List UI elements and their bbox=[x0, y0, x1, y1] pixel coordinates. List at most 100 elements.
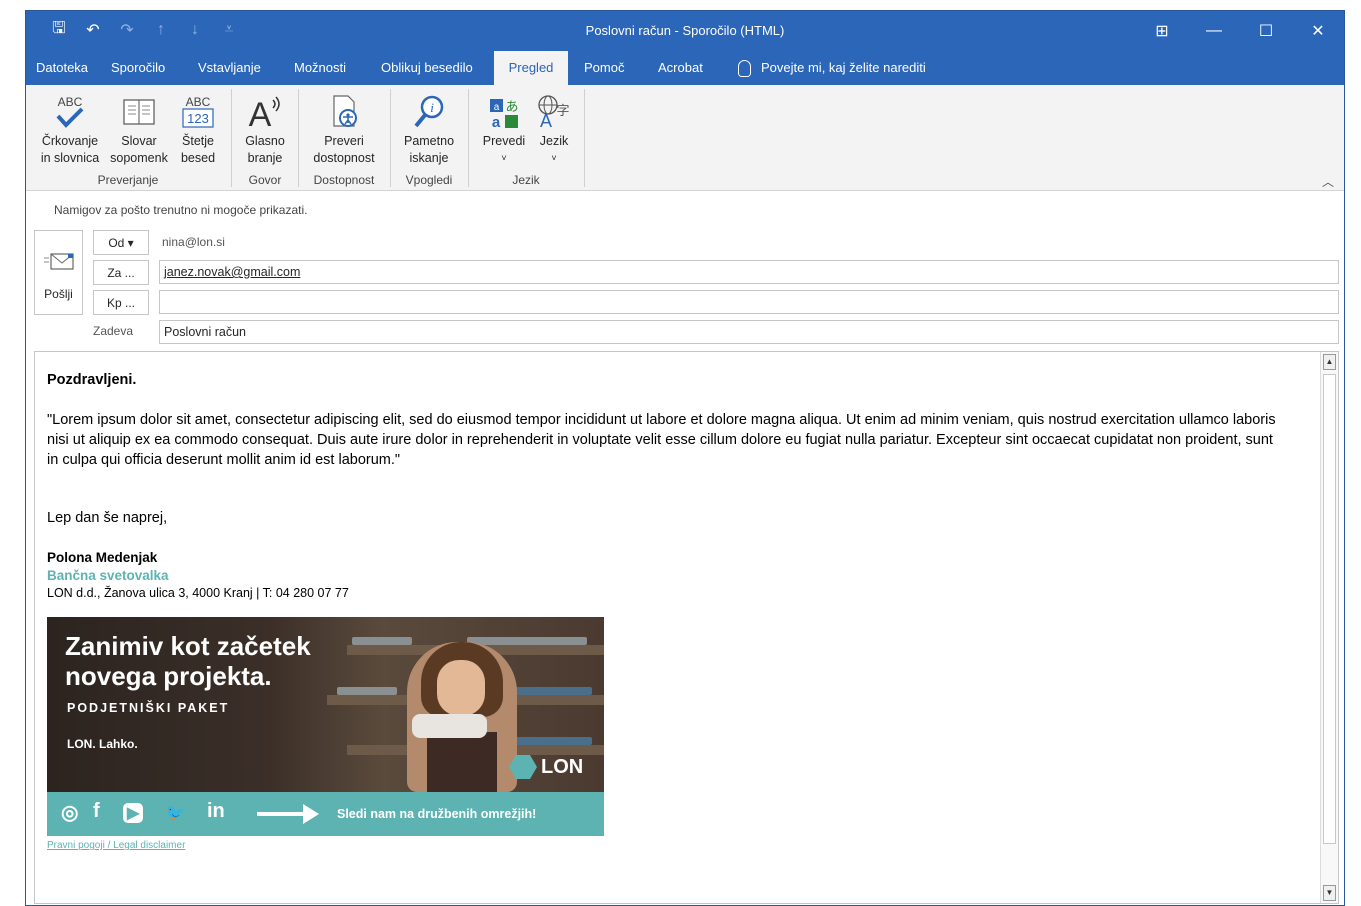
banner-headline-line-1: Zanimiv kot začetek bbox=[65, 631, 311, 661]
ribbon-display-options-button[interactable]: ⊞ bbox=[1136, 11, 1188, 51]
arrow-right-icon bbox=[257, 812, 307, 816]
cc-field[interactable] bbox=[159, 290, 1339, 314]
group-separator bbox=[468, 89, 469, 187]
tab-message[interactable]: Sporočilo bbox=[103, 51, 173, 85]
group-label-speech: Govor bbox=[248, 173, 282, 187]
youtube-icon[interactable]: ▶ bbox=[123, 803, 144, 823]
message-body[interactable]: Pozdravljeni. "Lorem ipsum dolor sit ame… bbox=[34, 351, 1339, 904]
ribbon-tabs: Datoteka Sporočilo Vstavljanje Možnosti … bbox=[26, 51, 1344, 85]
scroll-thumb[interactable] bbox=[1323, 374, 1336, 844]
accessibility-label-1: Preveri bbox=[324, 134, 364, 148]
lon-hexagon-icon bbox=[509, 755, 537, 779]
linkedin-icon[interactable]: in bbox=[207, 800, 225, 823]
greeting-text: Pozdravljeni. bbox=[47, 372, 137, 388]
lon-logo-text: LON bbox=[541, 755, 584, 778]
legal-disclaimer-link[interactable]: Pravni pogoji / Legal disclaimer bbox=[47, 840, 185, 851]
tab-options[interactable]: Možnosti bbox=[286, 51, 354, 85]
svg-text:i: i bbox=[430, 100, 434, 115]
group-label-language: Jezik bbox=[512, 173, 540, 187]
language-dropdown-icon: ˅ bbox=[551, 153, 557, 163]
send-label: Pošlji bbox=[44, 287, 73, 301]
bowls bbox=[507, 737, 592, 745]
mail-tips-info: Namigov za pošto trenutno ni mogoče prik… bbox=[54, 203, 308, 217]
translate-icon: a あ a bbox=[476, 91, 532, 133]
svg-text:a: a bbox=[492, 114, 501, 131]
tab-acrobat[interactable]: Acrobat bbox=[650, 51, 711, 85]
read-aloud-button[interactable]: A Glasno branje bbox=[238, 91, 292, 167]
translate-label: Prevedi bbox=[482, 134, 526, 148]
outlook-compose-window: 🖫 ↶ ↷ ↑ ↓ ⩡ Poslovni račun - Sporočilo (… bbox=[25, 10, 1345, 906]
close-button[interactable]: ✕ bbox=[1292, 11, 1344, 51]
book-icon bbox=[106, 91, 172, 133]
scroll-up-icon[interactable]: ▲ bbox=[1323, 354, 1336, 370]
thesaurus-label-2: sopomenk bbox=[110, 151, 168, 165]
signature-address: LON d.d., Žanova ulica 3, 4000 Kranj | T… bbox=[47, 586, 349, 600]
minimize-button[interactable]: — bbox=[1188, 11, 1240, 51]
group-separator bbox=[390, 89, 391, 187]
check-accessibility-button[interactable]: Preveri dostopnost bbox=[306, 91, 382, 167]
scroll-down-icon[interactable]: ▼ bbox=[1323, 885, 1336, 901]
to-field[interactable]: janez.novak@gmail.com bbox=[159, 260, 1339, 284]
language-icon: A 字 bbox=[532, 91, 576, 133]
arrow-head bbox=[303, 804, 319, 824]
banner-cta: Sledi nam na družbenih omrežjih! bbox=[337, 807, 537, 821]
read-aloud-label-2: branje bbox=[247, 151, 283, 165]
banner-social-bar: ◎ f ▶ 🐦 in Sledi nam na družbenih omrežj… bbox=[47, 792, 604, 836]
spelling-icon-text: ABC bbox=[58, 95, 83, 109]
maximize-button[interactable]: ☐ bbox=[1240, 11, 1292, 51]
signature-banner[interactable]: Zanimiv kot začetek novega projekta. POD… bbox=[47, 617, 604, 836]
translate-button[interactable]: a あ a Prevedi ˅ bbox=[476, 91, 532, 167]
collapse-ribbon-icon[interactable]: ︿ bbox=[1322, 173, 1334, 190]
tab-format-text[interactable]: Oblikuj besedilo bbox=[373, 51, 481, 85]
from-button[interactable]: Od ▾ bbox=[93, 230, 149, 255]
subject-label: Zadeva bbox=[93, 324, 134, 338]
tell-me-search[interactable]: Povejte mi, kaj želite narediti bbox=[738, 51, 926, 85]
tab-help[interactable]: Pomoč bbox=[576, 51, 632, 85]
banner-subtitle: PODJETNIŠKI PAKET bbox=[67, 701, 230, 715]
word-count-icon: ABC 123 bbox=[172, 91, 224, 133]
word-count-icon-bottom: 123 bbox=[187, 111, 209, 126]
smart-lookup-button[interactable]: i Pametno iskanje bbox=[396, 91, 462, 167]
tab-file[interactable]: Datoteka bbox=[28, 51, 96, 85]
spelling-check-icon: ABC bbox=[32, 91, 108, 133]
word-count-icon-top: ABC bbox=[186, 95, 211, 109]
send-button[interactable]: Pošlji bbox=[34, 230, 83, 315]
spelling-grammar-button[interactable]: ABC Črkovanje in slovnica bbox=[32, 91, 108, 167]
twitter-icon[interactable]: 🐦 bbox=[165, 803, 185, 823]
facebook-icon[interactable]: f bbox=[93, 800, 100, 823]
read-aloud-icon-letter: A bbox=[249, 96, 272, 132]
translate-dropdown-icon: ˅ bbox=[501, 153, 507, 163]
read-aloud-label-1: Glasno bbox=[245, 134, 285, 148]
accessibility-label-2: dostopnost bbox=[313, 151, 375, 165]
tab-insert[interactable]: Vstavljanje bbox=[190, 51, 269, 85]
banner-headline-line-2: novega projekta. bbox=[65, 661, 272, 691]
accessibility-icon bbox=[306, 91, 382, 133]
subject-field[interactable]: Poslovni račun bbox=[159, 320, 1339, 344]
title-bar: 🖫 ↶ ↷ ↑ ↓ ⩡ Poslovni račun - Sporočilo (… bbox=[26, 11, 1344, 51]
banner-headline: Zanimiv kot začetek novega projekta. bbox=[65, 631, 311, 691]
to-recipient[interactable]: janez.novak@gmail.com bbox=[164, 265, 300, 279]
ribbon-review: ABC Črkovanje in slovnica Slovar sopomen… bbox=[26, 85, 1344, 191]
smart-lookup-label-2: iskanje bbox=[409, 151, 449, 165]
word-count-label-1: Štetje bbox=[182, 134, 214, 148]
svg-text:A: A bbox=[540, 111, 552, 131]
cc-button[interactable]: Kp ... bbox=[93, 290, 149, 315]
word-count-button[interactable]: ABC 123 Štetje besed bbox=[172, 91, 224, 167]
group-label-insights: Vpogledi bbox=[405, 173, 453, 187]
to-button[interactable]: Za ... bbox=[93, 260, 149, 285]
instagram-icon[interactable]: ◎ bbox=[61, 800, 78, 825]
tab-review[interactable]: Pregled bbox=[494, 51, 568, 85]
group-label-proofing: Preverjanje bbox=[97, 173, 159, 187]
svg-text:字: 字 bbox=[556, 104, 569, 119]
spelling-label-2: in slovnica bbox=[40, 151, 100, 165]
thesaurus-button[interactable]: Slovar sopomenk bbox=[106, 91, 172, 167]
group-separator bbox=[584, 89, 585, 187]
language-button[interactable]: A 字 Jezik ˅ bbox=[532, 91, 576, 167]
vertical-scrollbar[interactable]: ▲ ▼ bbox=[1320, 352, 1338, 903]
bowls bbox=[337, 687, 397, 695]
smart-lookup-label-1: Pametno bbox=[403, 134, 455, 148]
tell-me-text: Povejte mi, kaj želite narediti bbox=[761, 60, 926, 75]
word-count-label-2: besed bbox=[180, 151, 216, 165]
bowls bbox=[352, 637, 412, 645]
lightbulb-icon bbox=[738, 59, 751, 77]
